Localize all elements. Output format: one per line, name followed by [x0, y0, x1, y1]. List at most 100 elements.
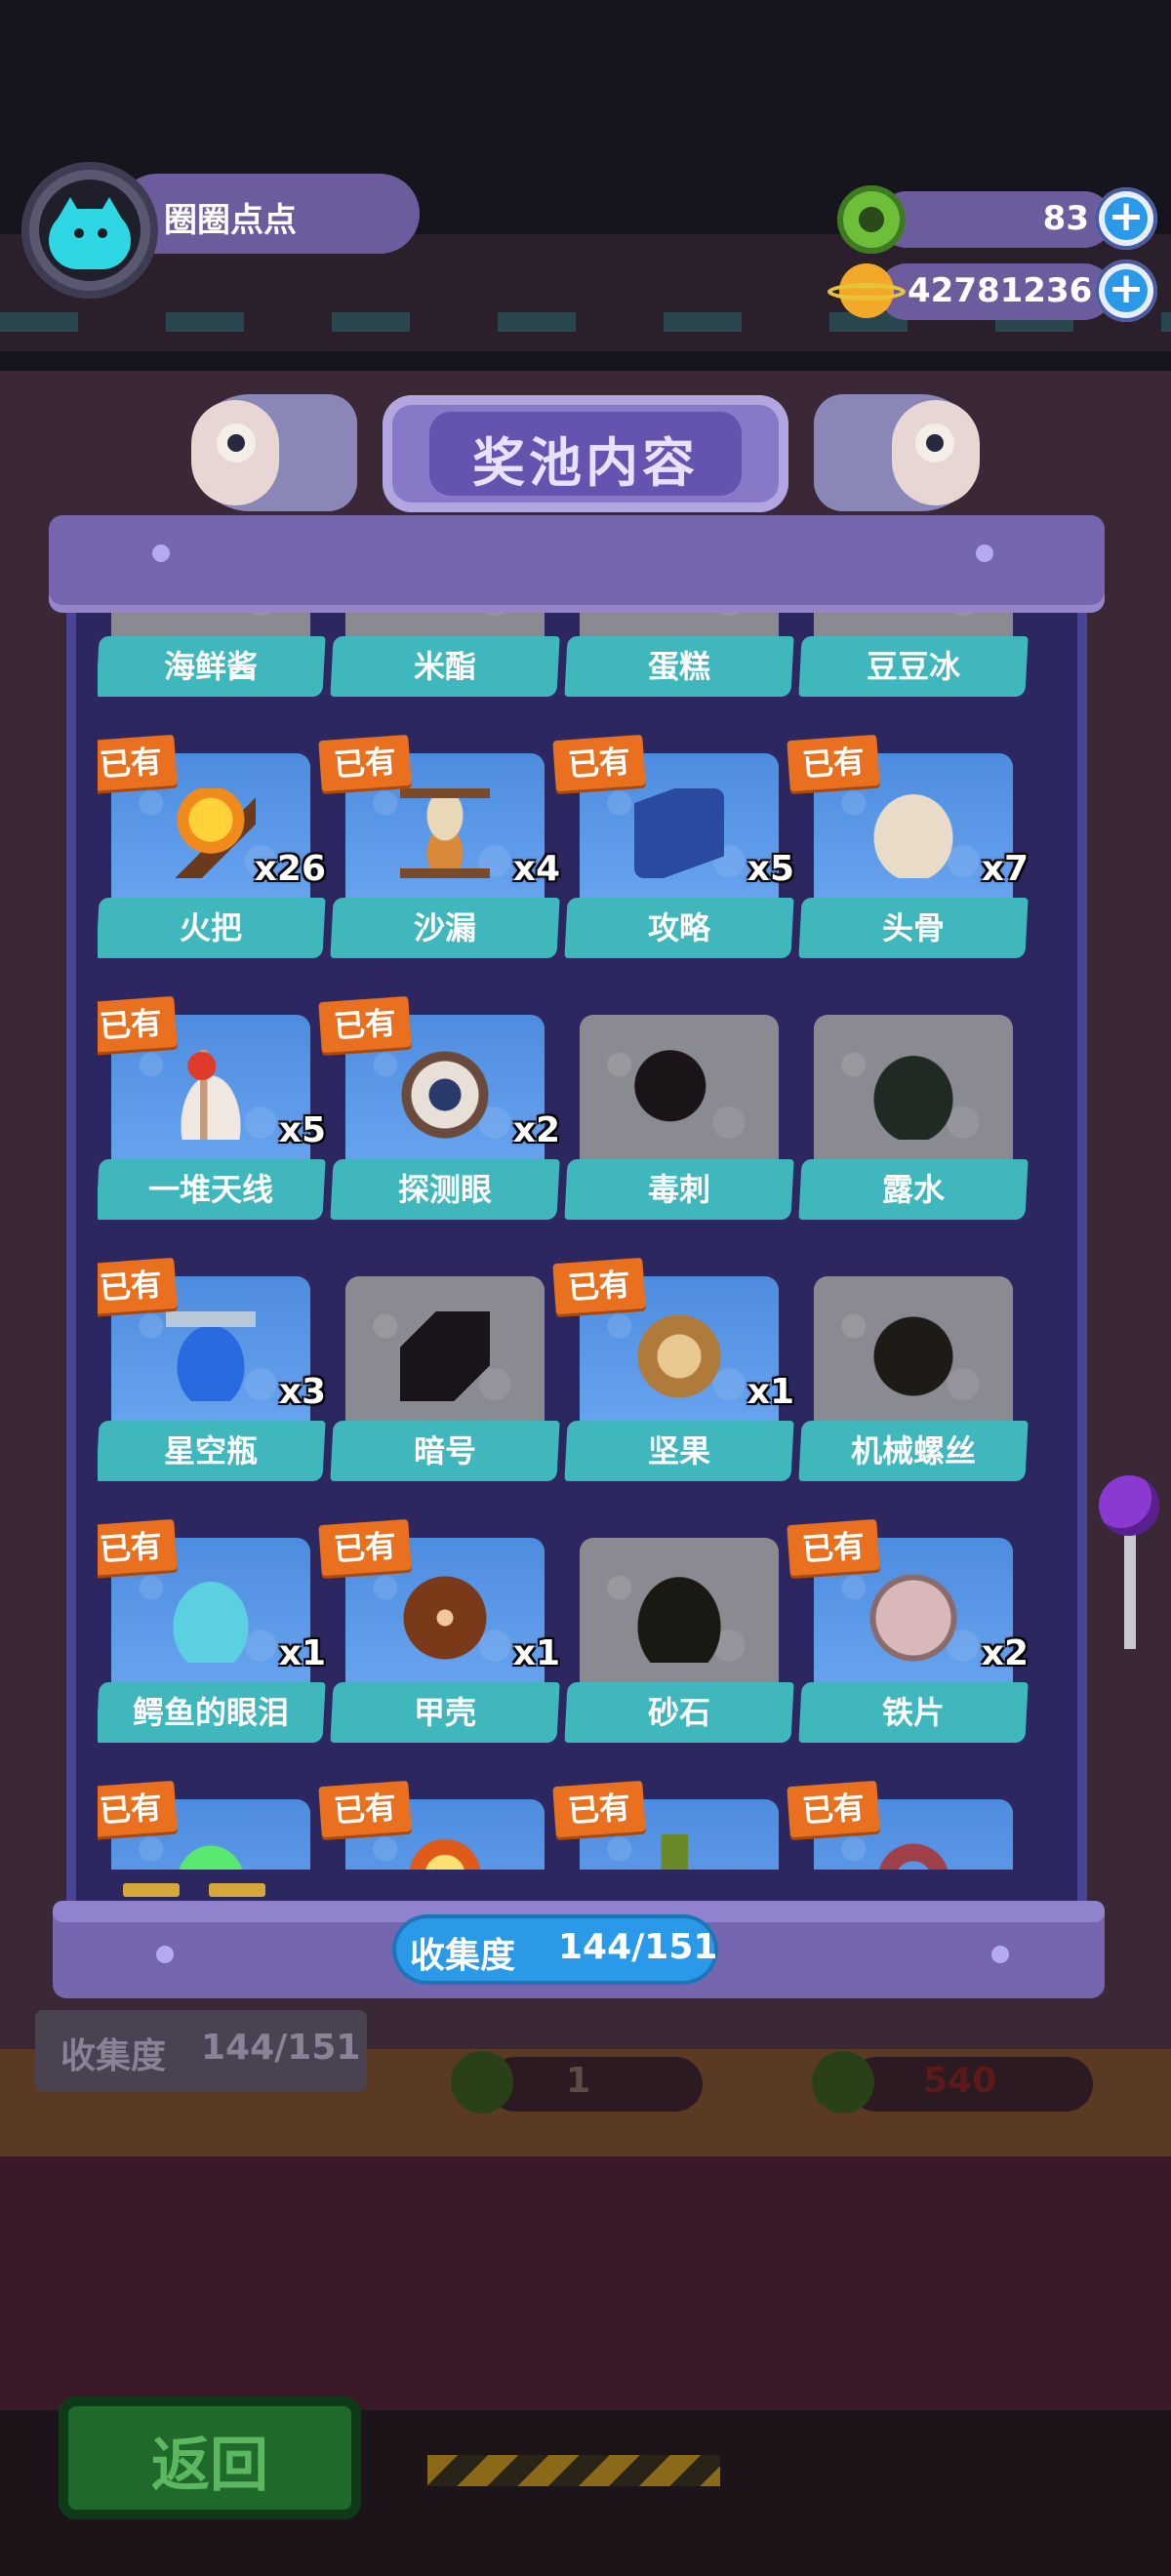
machine-lever-stick — [1124, 1532, 1136, 1649]
prize-item-card[interactable]: 已有x19 — [787, 1780, 1027, 1870]
prize-item-grid[interactable]: 海鲜酱 米酯 蛋糕 豆豆冰 火把 已有 x26 沙漏 已有 x4 攻略 已有 x5 头骨 已有 x7 一堆天线已… — [98, 613, 1073, 1870]
prize-item-card[interactable]: 甲壳 已有 x1 — [318, 1518, 560, 1751]
item-name: 海鲜酱 — [163, 648, 258, 685]
prize-item-card[interactable]: 蛋糕 — [564, 613, 794, 704]
item-name-label: 海鲜酱 — [98, 636, 326, 697]
prize-item-card[interactable]: 铁片 已有 x2 — [787, 1518, 1029, 1751]
item-count: x4 — [512, 849, 560, 889]
cat-eye-right — [98, 228, 107, 238]
item-name: 暗号 — [413, 1432, 476, 1469]
item-name-label: 探测眼 — [330, 1159, 560, 1220]
detector-eye-icon — [400, 1050, 490, 1140]
owned-badge: 已有 — [318, 1780, 412, 1838]
cat-eye-left — [74, 228, 84, 238]
coil-icon — [868, 1834, 958, 1870]
item-count: x5 — [278, 1110, 326, 1150]
item-name-label: 砂石 — [564, 1682, 794, 1743]
golden-planet-icon — [828, 252, 906, 330]
fish-left-icon — [191, 394, 357, 511]
item-name: 火把 — [179, 909, 242, 946]
board-header — [49, 515, 1105, 613]
panel-title: 奖池内容 — [472, 432, 699, 494]
item-count: x5 — [747, 849, 794, 889]
iron-sheet-icon — [868, 1573, 958, 1663]
green-potion-icon — [166, 1834, 256, 1870]
item-count: x1 — [512, 1633, 560, 1673]
owned-badge: 已有 — [552, 734, 646, 792]
item-name-label: 蛋糕 — [564, 636, 794, 697]
prize-item-card[interactable]: 星空瓶 已有 x3 — [98, 1257, 326, 1489]
owned-badge: 已有 — [98, 1257, 178, 1315]
background-collection-label: 收集度 — [61, 2036, 167, 2076]
owned-badge: 已有 — [552, 1257, 646, 1315]
add-coin-button[interactable] — [1095, 260, 1157, 322]
green-donut-icon — [837, 185, 906, 254]
prize-item-card[interactable]: 已有x3 — [552, 1780, 792, 1870]
prize-item-card[interactable]: 头骨 已有 x7 — [787, 734, 1029, 966]
item-name: 攻略 — [647, 909, 710, 946]
prize-item-card[interactable]: 坚果 已有 x1 — [552, 1257, 794, 1489]
item-name: 豆豆冰 — [866, 648, 960, 685]
prize-item-card[interactable]: 鳄鱼的眼泪 已有 x1 — [98, 1518, 326, 1751]
prize-item-card[interactable]: 沙漏 已有 x4 — [318, 734, 560, 966]
item-name: 露水 — [881, 1171, 945, 1208]
item-name: 铁片 — [881, 1694, 945, 1731]
item-name-label: 攻略 — [564, 898, 794, 958]
gravel-icon — [634, 1573, 724, 1663]
prize-item-card[interactable]: 暗号 — [330, 1263, 560, 1489]
star-bottle-icon — [166, 1311, 256, 1401]
prize-item-card[interactable]: 机械螺丝 — [798, 1263, 1029, 1489]
board-edge-right — [1077, 603, 1087, 1901]
bolt-icon — [152, 544, 170, 562]
item-name: 甲壳 — [413, 1694, 476, 1731]
add-donut-button[interactable] — [1095, 187, 1157, 250]
owned-badge: 已有 — [318, 734, 412, 792]
item-name: 探测眼 — [397, 1171, 492, 1208]
prize-item-card[interactable]: 已有x21 — [98, 1780, 324, 1870]
item-count: x26 — [254, 849, 326, 889]
prize-item-card[interactable]: 毒刺 — [564, 1001, 794, 1228]
item-count: x2 — [981, 1633, 1029, 1673]
background-collection-value: 144/151 — [201, 2028, 361, 2068]
item-name: 一堆天线 — [147, 1171, 273, 1208]
owned-badge: 已有 — [552, 1780, 646, 1838]
item-name: 砂石 — [647, 1694, 710, 1731]
item-name-label: 机械螺丝 — [798, 1421, 1029, 1481]
dew-icon — [868, 1050, 958, 1140]
prize-item-card[interactable]: 攻略 已有 x5 — [552, 734, 794, 966]
lantern-icon — [400, 1834, 490, 1870]
torch-icon — [166, 788, 256, 878]
prize-item-card[interactable]: 砂石 — [564, 1524, 794, 1751]
item-name-label: 豆豆冰 — [798, 636, 1029, 697]
item-name-label: 沙漏 — [330, 898, 560, 958]
hazard-stripe — [427, 2455, 720, 2486]
crocodile-tear-icon — [166, 1573, 256, 1663]
nut-icon — [634, 1311, 724, 1401]
prize-item-card[interactable]: 一堆天线 已有 x5 — [98, 995, 326, 1228]
prize-item-card[interactable]: 豆豆冰 — [798, 613, 1029, 704]
prize-item-card[interactable]: 火把 已有 x26 — [98, 734, 326, 966]
owned-badge: 已有 — [98, 1518, 178, 1577]
sauce-icon — [166, 613, 256, 617]
item-name-label: 坚果 — [564, 1421, 794, 1481]
item-name-label: 鳄鱼的眼泪 — [98, 1682, 326, 1743]
item-name-label: 露水 — [798, 1159, 1029, 1220]
item-name: 米酯 — [413, 648, 476, 685]
prize-item-card[interactable]: 探测眼 已有 x2 — [318, 995, 560, 1228]
skull-icon — [868, 788, 958, 878]
hourglass-icon — [400, 788, 490, 878]
background-cost-bar-1 — [488, 2057, 703, 2112]
item-name-label: 毒刺 — [564, 1159, 794, 1220]
prize-item-card[interactable]: 露水 — [798, 1001, 1029, 1228]
prize-item-card[interactable]: 海鲜酱 — [98, 613, 326, 704]
bolt-icon — [976, 544, 993, 562]
item-name-label: 星空瓶 — [98, 1421, 326, 1481]
item-count: x2 — [512, 1110, 560, 1150]
scroll-indicator — [123, 1883, 180, 1897]
prize-item-card[interactable]: 已有x24 — [318, 1780, 558, 1870]
board-edge-left — [66, 603, 76, 1901]
owned-badge: 已有 — [787, 1518, 880, 1577]
bolt-icon — [991, 1946, 1009, 1963]
prize-item-card[interactable]: 米酯 — [330, 613, 560, 704]
boot-icon — [634, 1834, 724, 1870]
